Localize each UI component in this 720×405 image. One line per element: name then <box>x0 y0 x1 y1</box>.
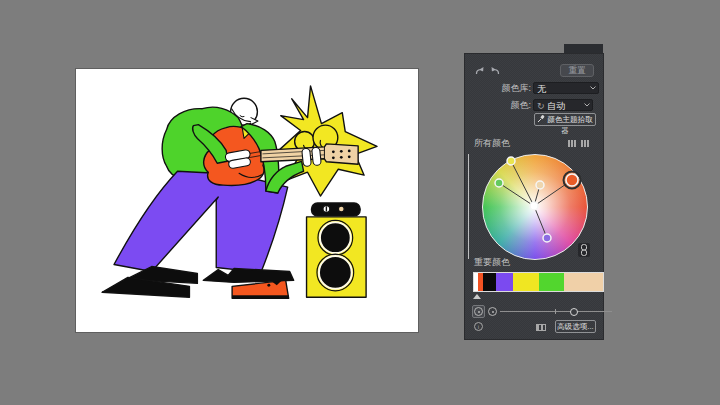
wheel-spoke <box>511 161 534 206</box>
wheel-node-violet[interactable] <box>543 234 551 242</box>
color-wheel[interactable] <box>482 154 588 260</box>
effects-pedal <box>232 280 289 298</box>
swatch-marker <box>473 294 481 299</box>
speaker <box>307 203 367 297</box>
eyedropper-icon <box>537 115 545 123</box>
wheel-node-center[interactable] <box>530 202 538 210</box>
wheel-node-orange[interactable] <box>566 174 578 186</box>
advanced-options-button[interactable]: 高级选项... <box>555 320 596 333</box>
wheel-spoke <box>499 183 534 206</box>
slider-track[interactable] <box>500 311 612 312</box>
chevron-down-icon <box>590 86 596 90</box>
player-pants <box>114 171 288 272</box>
undo-icon[interactable] <box>474 66 485 77</box>
prominent-color-swatch[interactable] <box>539 273 564 291</box>
colors-dropdown[interactable]: ↻ 自动 <box>533 99 593 111</box>
color-library-dropdown[interactable]: 无 <box>533 82 599 94</box>
wheel-node-beige[interactable] <box>536 181 544 189</box>
slider-handle[interactable] <box>570 308 578 316</box>
starburst <box>279 86 377 196</box>
recolor-artwork-panel: 重置 颜色库: 无 颜色: ↻ 自动 颜色主题拾取器 所有颜色 重要颜色 <box>464 53 604 340</box>
swatch-library-icon[interactable] <box>536 324 546 331</box>
wheel-mode-segmented-button[interactable] <box>488 307 497 316</box>
artboard <box>75 68 419 333</box>
link-icon[interactable] <box>578 243 590 257</box>
vertical-divider <box>468 154 469 259</box>
bar-view-icon[interactable] <box>581 140 590 147</box>
prominent-color-swatch[interactable] <box>483 273 496 291</box>
prominent-color-swatch[interactable] <box>513 273 539 291</box>
auto-cycle-icon: ↻ <box>537 101 545 111</box>
wheel-spoke <box>534 206 547 238</box>
reset-button[interactable]: 重置 <box>560 64 594 77</box>
wheel-view-icon[interactable] <box>568 140 577 147</box>
all-colors-label: 所有颜色 <box>474 139 510 148</box>
prominence-slider[interactable] <box>500 307 612 316</box>
wheel-mode-smooth-button[interactable] <box>472 305 485 318</box>
wheel-node-yellow[interactable] <box>507 157 515 165</box>
prominent-color-swatch[interactable] <box>564 273 603 291</box>
wheel-node-green[interactable] <box>495 179 503 187</box>
artwork-illustration <box>76 69 418 332</box>
prominent-colors-bar[interactable] <box>473 272 604 292</box>
chevron-down-icon <box>584 103 590 107</box>
info-icon[interactable]: i <box>474 322 483 331</box>
color-library-label: 颜色库: <box>465 83 531 94</box>
prominent-colors-label: 重要颜色 <box>474 258 510 267</box>
colors-label: 颜色: <box>465 100 531 111</box>
color-theme-picker-button[interactable]: 颜色主题拾取器 <box>534 113 596 126</box>
prominent-color-swatch[interactable] <box>496 273 514 291</box>
redo-icon[interactable] <box>490 66 501 77</box>
slider-tick <box>555 309 556 314</box>
